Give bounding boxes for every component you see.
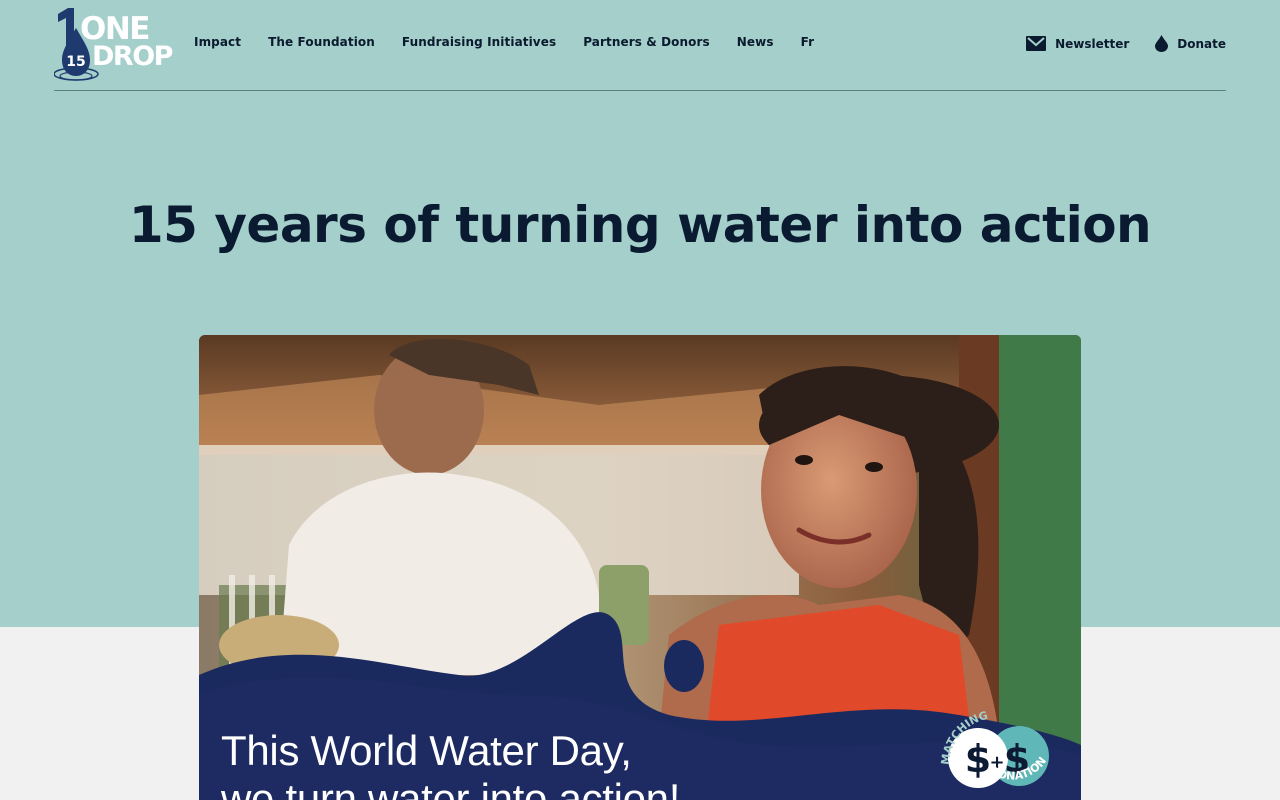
nav-item-the-foundation[interactable]: The Foundation: [268, 35, 375, 49]
banner-line-2: we turn water into action!: [221, 775, 681, 800]
utility-links: Newsletter Donate: [1026, 35, 1226, 52]
newsletter-link[interactable]: Newsletter: [1026, 36, 1129, 51]
campaign-banner-text: This World Water Day, we turn water into…: [221, 727, 680, 800]
site-header: 15 ONE DROP Impact The Foundation Fundra…: [54, 0, 1226, 91]
page-title: 15 years of turning water into action: [128, 196, 1152, 254]
nav-item-news[interactable]: News: [737, 35, 774, 49]
logo-text-drop: DROP: [92, 41, 173, 72]
water-drop-icon: [1155, 35, 1169, 52]
newsletter-label: Newsletter: [1055, 36, 1130, 51]
envelope-icon: [1026, 36, 1047, 51]
donate-link[interactable]: Donate: [1155, 35, 1226, 52]
banner-line-1: This World Water Day,: [221, 727, 632, 774]
matching-donation-badge: $ + $ MATCHING DONATION: [931, 709, 1061, 800]
one-drop-logo[interactable]: 15 ONE DROP: [54, 6, 176, 82]
donate-label: Donate: [1177, 36, 1226, 51]
nav-item-fundraising-initiatives[interactable]: Fundraising Initiatives: [402, 35, 556, 49]
nav-item-partners-donors[interactable]: Partners & Donors: [583, 35, 710, 49]
language-switch-fr[interactable]: Fr: [801, 35, 815, 49]
nav-item-impact[interactable]: Impact: [194, 35, 241, 49]
main-nav: Impact The Foundation Fundraising Initia…: [194, 35, 841, 49]
badge-dollar-left: $: [965, 737, 991, 781]
hero-campaign-image[interactable]: This World Water Day, we turn water into…: [199, 335, 1081, 800]
